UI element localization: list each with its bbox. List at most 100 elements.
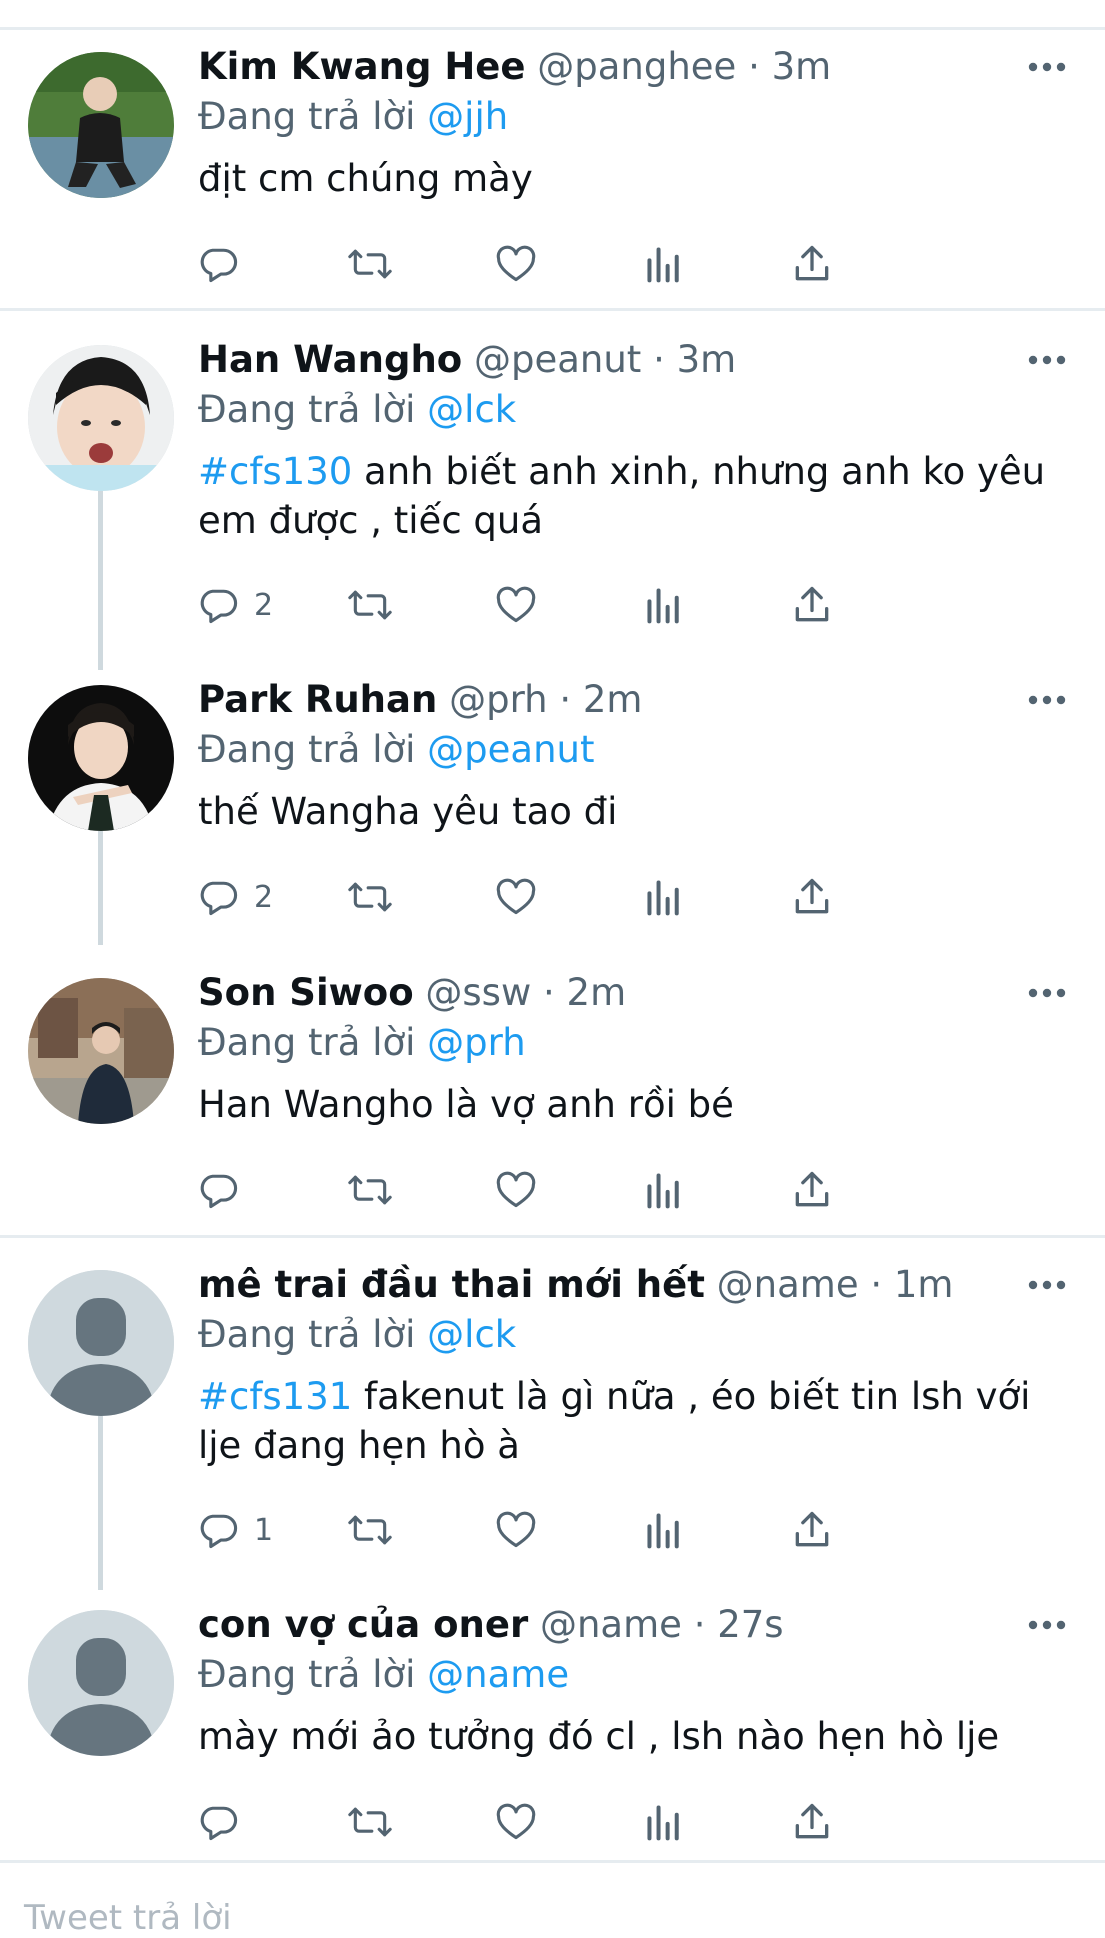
share-icon [795,1511,829,1547]
tweet-header: Han Wangho @peanut · 3m [198,335,736,385]
reply-button[interactable] [198,1165,254,1215]
retweet-button[interactable] [346,1797,394,1847]
more-icon [1028,695,1066,705]
replying-to: Đang trả lời @lck [198,385,516,435]
avatar[interactable] [28,345,174,491]
timestamp[interactable]: 2m [583,678,643,721]
replying-to-mention[interactable]: @jjh [427,95,508,138]
username[interactable]: @prh [449,678,548,721]
display-name[interactable]: Kim Kwang Hee [198,45,525,88]
replying-to-mention[interactable]: @peanut [427,728,594,771]
share-button[interactable] [790,239,834,289]
tweet-header: con vợ của oner @name · 27s [198,1600,784,1650]
display-name[interactable]: Son Siwoo [198,971,414,1014]
share-button[interactable] [790,580,834,630]
retweet-button[interactable] [346,580,394,630]
like-button[interactable] [494,580,538,630]
separator-dot: · [748,45,760,88]
share-button[interactable] [790,1505,834,1555]
display-name[interactable]: mê trai đầu thai mới hết [198,1263,705,1306]
more-button[interactable] [1027,42,1067,92]
share-button[interactable] [790,872,834,922]
separator-dot: · [543,971,555,1014]
retweet-button[interactable] [346,872,394,922]
username[interactable]: @panghee [537,45,736,88]
retweet-button[interactable] [346,1505,394,1555]
avatar[interactable] [28,52,174,198]
replying-to: Đang trả lời @prh [198,1018,526,1068]
share-icon [795,1803,829,1839]
username[interactable]: @name [717,1263,859,1306]
username[interactable]: @name [540,1603,682,1646]
replying-to-mention[interactable]: @lck [427,1313,516,1356]
timestamp[interactable]: 27s [717,1603,783,1646]
avatar[interactable] [28,1610,174,1756]
reply-button[interactable]: 2 [198,872,273,922]
reply-button[interactable]: 2 [198,580,273,630]
analytics-button[interactable] [644,1797,684,1847]
tweet-header: Park Ruhan @prh · 2m [198,675,642,725]
like-button[interactable] [494,1797,538,1847]
timestamp[interactable]: 3m [677,338,737,381]
retweet-icon [348,249,392,279]
action-bar: 2 [198,580,998,630]
more-button[interactable] [1027,675,1067,725]
replying-to-mention[interactable]: @name [427,1653,569,1696]
timestamp[interactable]: 2m [567,971,627,1014]
like-button[interactable] [494,872,538,922]
tweet-text-content: mày mới ảo tưởng đó cl , lsh nào hẹn hò … [198,1715,1000,1758]
tweet-text-content: địt cm chúng mày [198,157,533,200]
username[interactable]: @peanut [474,338,641,381]
like-button[interactable] [494,1165,538,1215]
like-button[interactable] [494,1505,538,1555]
retweet-button[interactable] [346,239,394,289]
more-button[interactable] [1027,1260,1067,1310]
reply-button[interactable] [198,1797,254,1847]
display-name[interactable]: Han Wangho [198,338,462,381]
reply-button[interactable]: 1 [198,1505,273,1555]
analytics-icon [647,247,679,283]
retweet-icon [348,1807,392,1837]
hashtag-link[interactable]: #cfs131 [198,1375,352,1418]
like-button[interactable] [494,239,538,289]
compose-reply-input[interactable]: Tweet trả lời [24,1898,232,1938]
analytics-icon [647,1513,679,1549]
share-icon [795,878,829,914]
reply-icon [200,1514,238,1549]
analytics-button[interactable] [644,872,684,922]
analytics-button[interactable] [644,1165,684,1215]
retweet-button[interactable] [346,1165,394,1215]
analytics-button[interactable] [644,1505,684,1555]
replying-to-mention[interactable]: @lck [427,388,516,431]
display-name[interactable]: Park Ruhan [198,678,437,721]
more-button[interactable] [1027,335,1067,385]
analytics-button[interactable] [644,580,684,630]
retweet-icon [348,1175,392,1205]
divider [0,308,1105,311]
replying-to-label: Đang trả lời [198,1021,416,1064]
tweet-header: Kim Kwang Hee @panghee · 3m [198,42,831,92]
heart-icon [496,1171,536,1208]
more-button[interactable] [1027,1600,1067,1650]
share-button[interactable] [790,1165,834,1215]
more-button[interactable] [1027,968,1067,1018]
action-bar: 2 [198,872,998,922]
timestamp[interactable]: 3m [772,45,832,88]
avatar[interactable] [28,685,174,831]
tweet-text: #cfs131 fakenut là gì nữa , éo biết tin … [198,1372,1078,1470]
display-name[interactable]: con vợ của oner [198,1603,528,1646]
avatar[interactable] [28,978,174,1124]
share-button[interactable] [790,1797,834,1847]
username[interactable]: @ssw [425,971,531,1014]
replying-to: Đang trả lời @jjh [198,92,508,142]
hashtag-link[interactable]: #cfs130 [198,450,352,493]
tweet-header: Son Siwoo @ssw · 2m [198,968,626,1018]
tweet-header: mê trai đầu thai mới hết @name · 1m [198,1260,953,1310]
reply-button[interactable] [198,239,254,289]
separator-dot: · [870,1263,883,1306]
avatar[interactable] [28,1270,174,1416]
analytics-button[interactable] [644,239,684,289]
replying-to-mention[interactable]: @prh [427,1021,526,1064]
heart-icon [496,1803,536,1840]
timestamp[interactable]: 1m [894,1263,954,1306]
